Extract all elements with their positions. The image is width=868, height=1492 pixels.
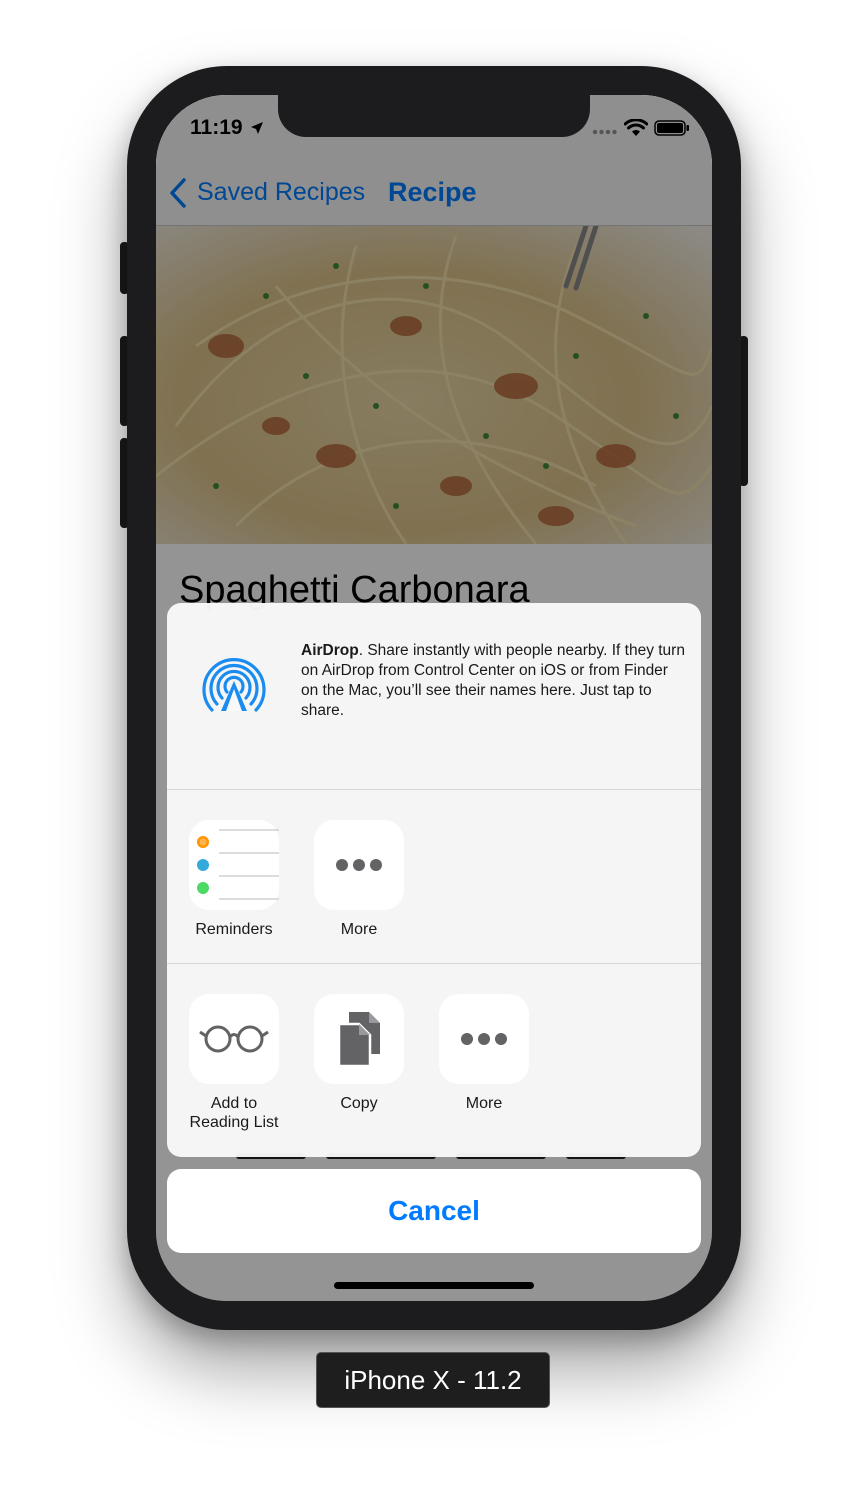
reading-list-label-line1: Add to bbox=[210, 1095, 258, 1112]
reading-list-label-line2: Reading List bbox=[189, 1114, 279, 1131]
reminders-icon bbox=[197, 829, 279, 900]
status-time: 11:19 bbox=[190, 116, 243, 139]
airdrop-description: AirDrop. Share instantly with people nea… bbox=[301, 641, 687, 721]
airdrop-icon bbox=[202, 658, 266, 712]
reminders-label: Reminders bbox=[195, 921, 273, 938]
divider bbox=[167, 789, 701, 790]
cancel-button[interactable]: Cancel bbox=[167, 1169, 701, 1253]
more-icon bbox=[336, 859, 382, 871]
airdrop-title: AirDrop bbox=[301, 642, 359, 659]
add-to-reading-list-button[interactable] bbox=[189, 994, 279, 1084]
add-to-reading-list-label: Add to Reading List bbox=[174, 1094, 294, 1132]
signal-dots-icon bbox=[592, 129, 617, 135]
screen: Saved Recipes Recipe 11:19 Spaghetti Car… bbox=[156, 95, 712, 1301]
device-label: iPhone X - 11.2 bbox=[316, 1352, 550, 1408]
notch bbox=[278, 95, 590, 137]
more-apps-label: More bbox=[340, 921, 378, 938]
glasses-icon bbox=[199, 1025, 269, 1053]
more-apps-button[interactable] bbox=[314, 820, 404, 910]
divider bbox=[167, 963, 701, 964]
airdrop-body: . Share instantly with people nearby. If… bbox=[301, 642, 685, 719]
copy-icon bbox=[337, 1012, 380, 1068]
reminders-app-button[interactable] bbox=[189, 820, 279, 910]
more-icon bbox=[461, 1033, 507, 1045]
wifi-icon bbox=[624, 119, 648, 136]
location-arrow-icon bbox=[251, 122, 263, 134]
home-indicator[interactable] bbox=[334, 1282, 534, 1289]
airdrop-row[interactable]: AirDrop. Share instantly with people nea… bbox=[167, 603, 701, 789]
copy-label: Copy bbox=[340, 1095, 378, 1112]
battery-icon bbox=[654, 120, 689, 136]
share-sheet: AirDrop. Share instantly with people nea… bbox=[167, 603, 701, 1157]
more-actions-label: More bbox=[465, 1095, 503, 1112]
copy-button[interactable] bbox=[314, 994, 404, 1084]
more-actions-button[interactable] bbox=[439, 994, 529, 1084]
